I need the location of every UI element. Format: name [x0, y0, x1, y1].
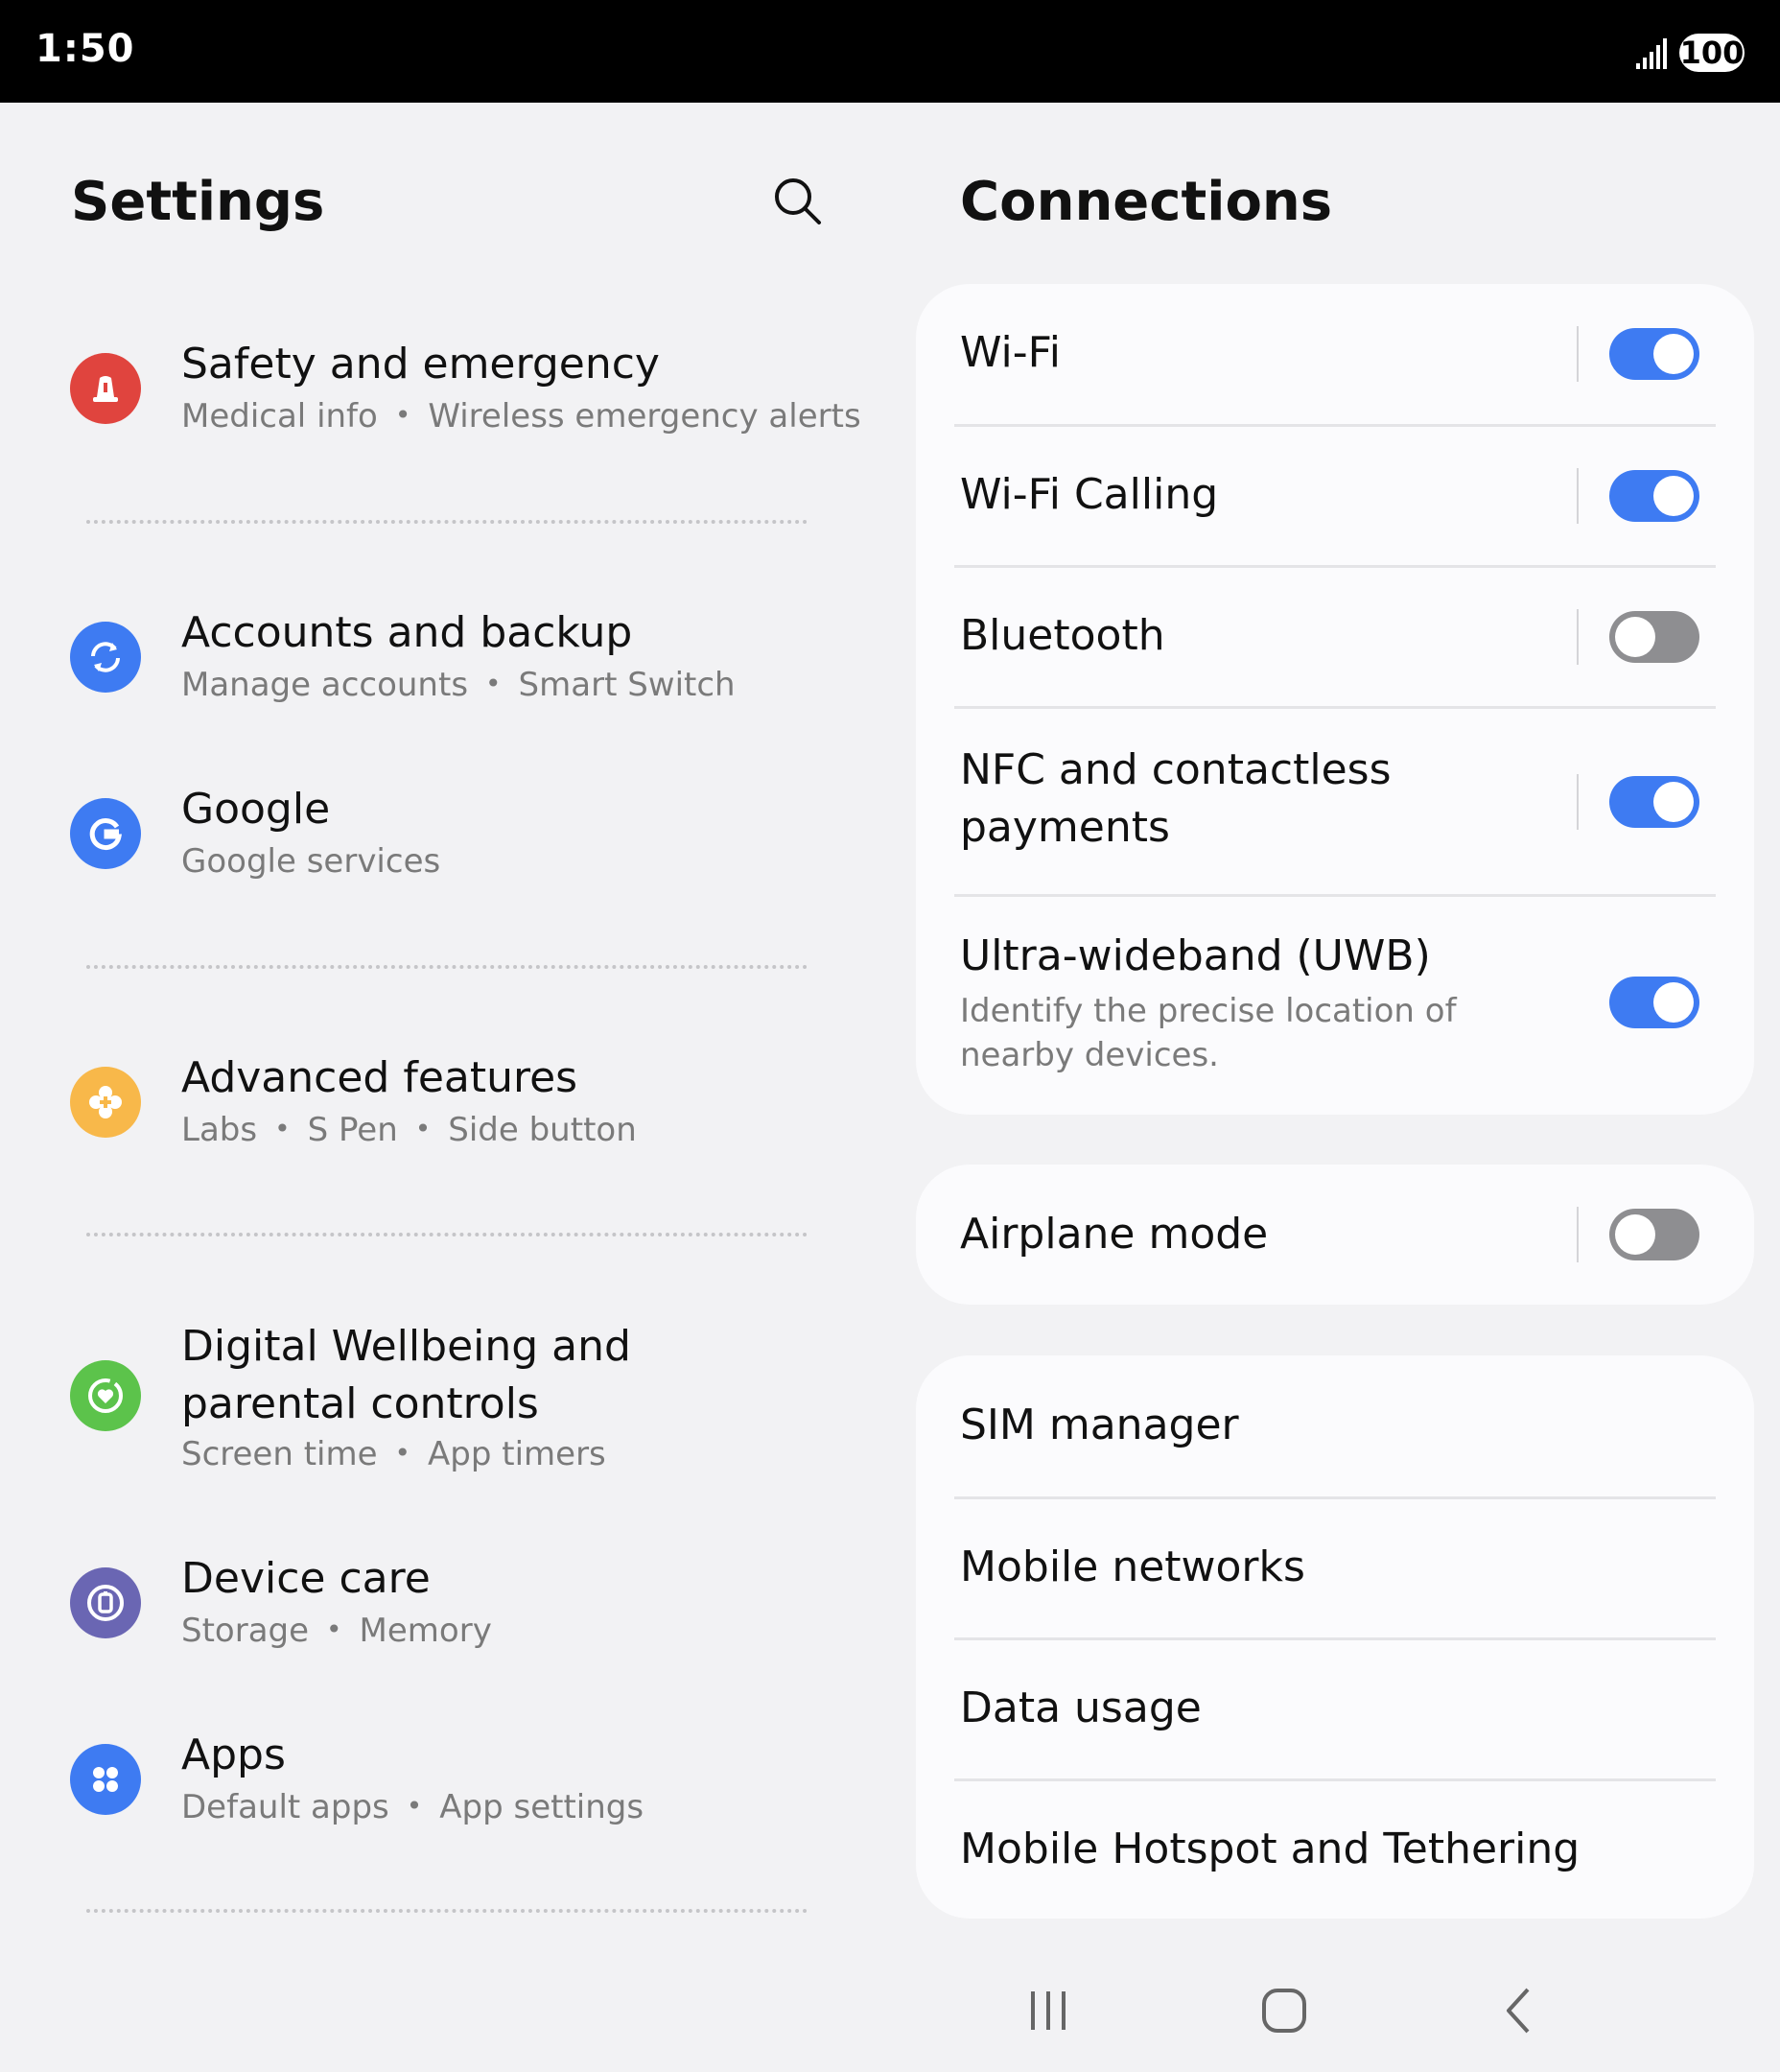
row-label: Wi-Fi: [960, 328, 1061, 377]
sub-default-apps: Default apps: [181, 1788, 389, 1826]
row-label: Bluetooth: [960, 611, 1165, 660]
settings-item-advanced[interactable]: Advanced features Labs • S Pen • Side button: [0, 1049, 863, 1165]
home-icon[interactable]: [1255, 1982, 1313, 2039]
row-data-usage[interactable]: Data usage: [916, 1640, 1754, 1778]
item-title: Apps: [181, 1731, 286, 1779]
row-label: Airplane mode: [960, 1210, 1269, 1259]
row-label: Wi-Fi Calling: [960, 470, 1219, 519]
connections-card-airplane: Airplane mode: [916, 1165, 1754, 1305]
item-title: Advanced features: [181, 1053, 578, 1102]
connections-title: Connections: [960, 171, 1333, 233]
device-care-icon: [70, 1567, 141, 1638]
sub-manage-accounts: Manage accounts: [181, 666, 469, 704]
sub-app-settings: App settings: [439, 1788, 644, 1826]
status-bar: 1:50 100: [0, 0, 1780, 103]
item-subtitle: Medical info • Wireless emergency alerts: [181, 397, 861, 436]
apps-grid-icon: [70, 1744, 141, 1815]
item-subtitle: Google services: [181, 842, 440, 881]
sub-wireless-alerts: Wireless emergency alerts: [428, 397, 861, 436]
sub-side-button: Side button: [448, 1111, 637, 1149]
siren-icon: [70, 353, 141, 424]
settings-item-device-care[interactable]: Device care Storage • Memory: [0, 1550, 863, 1665]
divider: [1577, 326, 1579, 382]
airplane-mode-toggle[interactable]: [1609, 1209, 1699, 1260]
google-icon: [70, 798, 141, 869]
row-airplane-mode[interactable]: Airplane mode: [916, 1165, 1754, 1305]
item-subtitle: Labs • S Pen • Side button: [181, 1111, 637, 1149]
row-wifi-calling[interactable]: Wi-Fi Calling: [916, 427, 1754, 565]
settings-item-digital-wellbeing[interactable]: Digital Wellbeing and parental controls …: [0, 1318, 863, 1481]
plus-gear-icon: [70, 1067, 141, 1138]
item-title: Device care: [181, 1554, 431, 1603]
sub-medical-info: Medical info: [181, 397, 378, 436]
bullet: •: [394, 399, 411, 431]
item-title: Digital Wellbeing and parental controls: [181, 1322, 631, 1428]
sub-labs: Labs: [181, 1111, 258, 1149]
bullet: •: [274, 1113, 291, 1144]
status-time: 1:50: [35, 27, 135, 71]
back-icon[interactable]: [1491, 1982, 1549, 2039]
divider: [86, 1233, 808, 1236]
settings-item-apps[interactable]: Apps Default apps • App settings: [0, 1727, 863, 1842]
divider: [1577, 774, 1579, 830]
signal-icon: [1636, 38, 1667, 69]
row-label: Mobile networks: [960, 1542, 1305, 1591]
row-wifi[interactable]: Wi-Fi: [916, 284, 1754, 424]
sub-storage: Storage: [181, 1612, 310, 1650]
search-icon[interactable]: [771, 175, 823, 226]
row-label: Mobile Hotspot and Tethering: [960, 1825, 1581, 1873]
item-title: Safety and emergency: [181, 340, 660, 388]
settings-item-google[interactable]: Google Google services: [0, 781, 863, 896]
bullet: •: [394, 1437, 411, 1469]
sub-memory: Memory: [359, 1612, 492, 1650]
battery-indicator: 100: [1679, 34, 1745, 72]
item-title: Google: [181, 785, 331, 834]
nfc-toggle[interactable]: [1609, 776, 1699, 828]
row-sim-manager[interactable]: SIM manager: [916, 1355, 1754, 1495]
page-title: Settings: [71, 171, 325, 233]
divider: [1577, 609, 1579, 665]
row-uwb[interactable]: Ultra-wideband (UWB) Identify the precis…: [916, 897, 1754, 1115]
sub-app-timers: App timers: [428, 1435, 606, 1473]
sub-screen-time: Screen time: [181, 1435, 378, 1473]
row-label: Data usage: [960, 1684, 1202, 1732]
item-subtitle: Screen time • App timers: [181, 1435, 606, 1473]
row-sublabel: Identify the precise location of nearby …: [960, 992, 1457, 1074]
row-label: Ultra-wideband (UWB): [960, 931, 1431, 980]
item-subtitle: Default apps • App settings: [181, 1788, 644, 1826]
settings-item-safety[interactable]: Safety and emergency Medical info • Wirele…: [0, 336, 863, 451]
divider: [1577, 1207, 1579, 1262]
bullet: •: [406, 1790, 423, 1822]
item-subtitle: Manage accounts • Smart Switch: [181, 666, 736, 704]
divider: [1577, 468, 1579, 524]
row-nfc[interactable]: NFC and contactless payments: [916, 709, 1754, 894]
bluetooth-toggle[interactable]: [1609, 611, 1699, 663]
divider: [86, 1909, 808, 1913]
row-mobile-networks[interactable]: Mobile networks: [916, 1499, 1754, 1637]
row-bluetooth[interactable]: Bluetooth: [916, 568, 1754, 706]
bullet: •: [414, 1113, 432, 1144]
sync-icon: [70, 622, 141, 693]
item-subtitle: Storage • Memory: [181, 1612, 492, 1650]
bullet: •: [485, 668, 502, 699]
sub-google-services: Google services: [181, 842, 441, 881]
uwb-toggle[interactable]: [1609, 977, 1699, 1028]
bullet: •: [326, 1613, 342, 1645]
sub-smart-switch: Smart Switch: [518, 666, 736, 704]
divider: [86, 965, 808, 969]
row-hotspot[interactable]: Mobile Hotspot and Tethering: [916, 1781, 1754, 1919]
sub-s-pen: S Pen: [307, 1111, 398, 1149]
item-title: Accounts and backup: [181, 608, 633, 657]
divider: [86, 520, 808, 524]
wifi-calling-toggle[interactable]: [1609, 470, 1699, 522]
row-label: NFC and contactless payments: [960, 745, 1392, 852]
row-label: SIM manager: [960, 1401, 1239, 1449]
connections-card-primary: Wi-Fi Wi-Fi Calling Bluetooth NFC and co…: [916, 284, 1754, 1115]
wifi-toggle[interactable]: [1609, 328, 1699, 380]
settings-item-accounts[interactable]: Accounts and backup Manage accounts • Smar…: [0, 604, 863, 719]
heart-circle-icon: [70, 1360, 141, 1431]
connections-card-mobile: SIM manager Mobile networks Data usage M…: [916, 1355, 1754, 1919]
recents-icon[interactable]: [1019, 1982, 1077, 2039]
